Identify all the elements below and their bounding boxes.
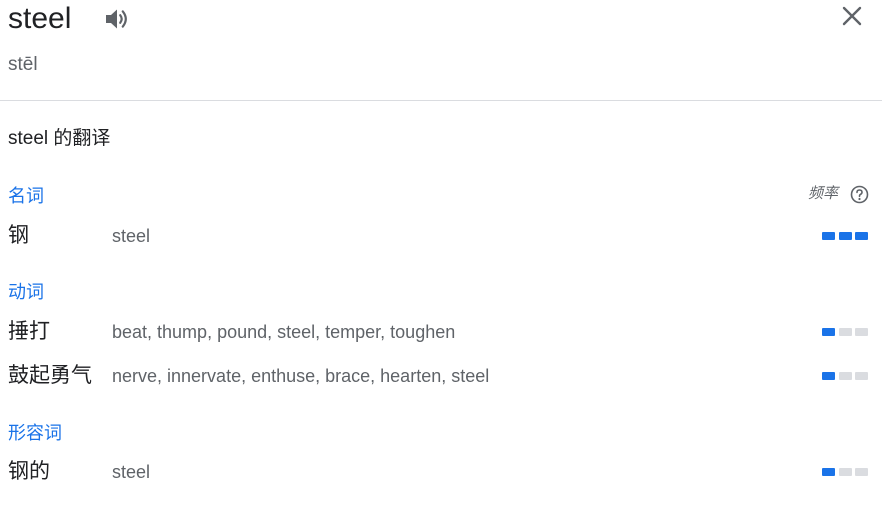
back-translations: steel [112, 462, 151, 482]
pos-noun: 名词 [8, 186, 44, 206]
word-header: steel stēl [0, 0, 882, 100]
help-circle-icon[interactable] [850, 185, 869, 204]
translations-title: steel 的翻译 [8, 128, 111, 149]
frequency-segment [839, 468, 852, 476]
translation-term: 钢的 [8, 460, 50, 483]
translation-term: 鼓起勇气 [8, 364, 92, 387]
frequency-label: 频率 [808, 185, 839, 202]
frequency-bar [822, 232, 869, 240]
header-divider [0, 100, 882, 101]
frequency-segment [855, 328, 868, 336]
frequency-bar [822, 468, 869, 476]
translation-row[interactable]: 钢 steel [0, 221, 882, 251]
frequency-segment [855, 468, 868, 476]
back-translations: nerve, innervate, enthuse, brace, hearte… [112, 366, 490, 386]
translation-term: 捶打 [8, 320, 50, 343]
frequency-segment [822, 468, 835, 476]
phonetic-transcription: stēl [8, 54, 38, 75]
translation-row[interactable]: 捶打 beat, thump, pound, steel, temper, to… [0, 317, 882, 347]
headword: steel [8, 2, 72, 35]
translation-row[interactable]: 钢的 steel [0, 457, 882, 487]
close-icon[interactable] [839, 3, 865, 29]
frequency-bar [822, 328, 869, 336]
speaker-icon[interactable] [103, 6, 131, 32]
frequency-segment [822, 232, 835, 240]
back-translations: steel [112, 226, 151, 246]
translation-term: 钢 [8, 224, 29, 247]
frequency-segment [839, 328, 852, 336]
pos-adjective: 形容词 [8, 423, 62, 443]
frequency-segment [822, 328, 835, 336]
frequency-segment [839, 232, 852, 240]
frequency-bar [822, 372, 869, 380]
frequency-segment [855, 232, 868, 240]
frequency-segment [855, 372, 868, 380]
back-translations: beat, thump, pound, steel, temper, tough… [112, 322, 456, 342]
translation-row[interactable]: 鼓起勇气 nerve, innervate, enthuse, brace, h… [0, 361, 882, 391]
pos-verb: 动词 [8, 282, 44, 302]
frequency-segment [839, 372, 852, 380]
frequency-segment [822, 372, 835, 380]
